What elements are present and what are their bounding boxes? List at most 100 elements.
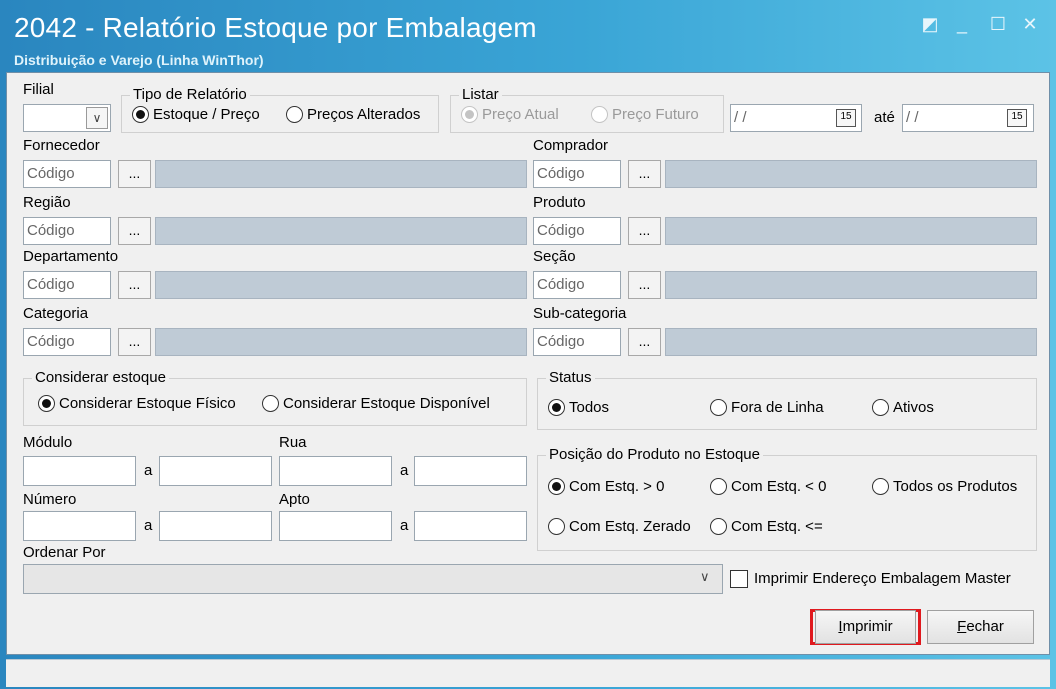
apto-to-input[interactable] — [414, 511, 527, 541]
regiao-code-input[interactable]: Código — [23, 217, 111, 245]
posicao-title: Posição do Produto no Estoque — [546, 446, 763, 463]
regiao-description — [155, 217, 527, 245]
radio-icon — [872, 399, 889, 416]
chevron-down-icon[interactable]: ∨ — [86, 107, 108, 129]
main-panel: Filial ∨ Tipo de Relatório Estoque / Pre… — [6, 72, 1050, 655]
secao-code-input[interactable]: Código — [533, 271, 621, 299]
fornecedor-search-button[interactable]: ... — [118, 160, 151, 188]
radio-icon — [710, 478, 727, 495]
numero-from-input[interactable] — [23, 511, 136, 541]
modulo-to-input[interactable] — [159, 456, 272, 486]
listar-group: Listar Preço Atual Preço Futuro — [450, 86, 724, 133]
imprimir-master-label: Imprimir Endereço Embalagem Master — [754, 570, 1011, 587]
numero-to-input[interactable] — [159, 511, 272, 541]
close-icon[interactable]: ✕ — [1020, 15, 1040, 33]
ordenar-select[interactable] — [23, 564, 723, 594]
radio-selected-icon — [548, 478, 565, 495]
app-window: 2042 - Relatório Estoque por Embalagem D… — [0, 0, 1056, 689]
radio-estoque-fisico[interactable]: Considerar Estoque Físico — [38, 395, 236, 412]
modulo-label: Módulo — [23, 434, 73, 451]
departamento-description — [155, 271, 527, 299]
considerar-estoque-title: Considerar estoque — [32, 369, 169, 386]
categoria-description — [155, 328, 527, 356]
maximize-icon[interactable]: ☐ — [988, 15, 1008, 33]
categoria-search-button[interactable]: ... — [118, 328, 151, 356]
numero-label: Número — [23, 491, 77, 508]
produto-search-button[interactable]: ... — [628, 217, 661, 245]
imprimir-master-checkbox[interactable] — [730, 570, 748, 588]
radio-precos-alterados[interactable]: Preços Alterados — [286, 106, 420, 123]
radio-icon — [710, 399, 727, 416]
chevron-down-icon[interactable]: ∨ — [700, 569, 710, 585]
secao-label: Seção — [533, 248, 576, 265]
considerar-estoque-group: Considerar estoque Considerar Estoque Fí… — [23, 369, 527, 426]
subcategoria-code-input[interactable]: Código — [533, 328, 621, 356]
modulo-from-input[interactable] — [23, 456, 136, 486]
radio-icon — [548, 518, 565, 535]
comprador-search-button[interactable]: ... — [628, 160, 661, 188]
radio-status-fora-de-linha[interactable]: Fora de Linha — [710, 399, 824, 416]
radio-estq-zerado[interactable]: Com Estq. Zerado — [548, 518, 691, 535]
secao-description — [665, 271, 1037, 299]
departamento-code-input[interactable]: Código — [23, 271, 111, 299]
comprador-code-input[interactable]: Código — [533, 160, 621, 188]
subcategoria-label: Sub-categoria — [533, 305, 627, 322]
apto-label: Apto — [279, 491, 310, 508]
radio-todos-produtos[interactable]: Todos os Produtos — [872, 478, 1017, 495]
imprimir-button[interactable]: Imprimir — [815, 610, 916, 644]
rua-from-input[interactable] — [279, 456, 392, 486]
rua-to-input[interactable] — [414, 456, 527, 486]
status-title: Status — [546, 369, 595, 386]
radio-status-todos[interactable]: Todos — [548, 399, 609, 416]
comprador-description — [665, 160, 1037, 188]
fornecedor-description — [155, 160, 527, 188]
rua-sep: a — [400, 462, 409, 479]
categoria-code-input[interactable]: Código — [23, 328, 111, 356]
radio-estq-maior-zero[interactable]: Com Estq. > 0 — [548, 478, 664, 495]
status-group: Status Todos Fora de Linha Ativos — [537, 369, 1037, 430]
tipo-relatorio-title: Tipo de Relatório — [130, 86, 250, 103]
restore-icon[interactable]: ◩ — [920, 15, 940, 33]
modulo-sep: a — [144, 462, 153, 479]
subcategoria-description — [665, 328, 1037, 356]
radio-estq-menor-zero[interactable]: Com Estq. < 0 — [710, 478, 826, 495]
radio-estoque-preco[interactable]: Estoque / Preço — [132, 106, 260, 123]
secao-search-button[interactable]: ... — [628, 271, 661, 299]
rua-label: Rua — [279, 434, 307, 451]
fechar-button[interactable]: Fechar — [927, 610, 1034, 644]
tipo-relatorio-group: Tipo de Relatório Estoque / Preço Preços… — [121, 86, 439, 133]
radio-icon — [872, 478, 889, 495]
minimize-icon[interactable]: _ — [952, 15, 972, 33]
regiao-search-button[interactable]: ... — [118, 217, 151, 245]
departamento-search-button[interactable]: ... — [118, 271, 151, 299]
ordenar-label: Ordenar Por — [23, 544, 106, 561]
calendar-icon[interactable]: 15 — [1007, 109, 1027, 127]
radio-selected-icon — [38, 395, 55, 412]
radio-icon — [710, 518, 727, 535]
radio-preco-atual[interactable]: Preço Atual — [461, 106, 559, 123]
apto-sep: a — [400, 517, 409, 534]
filial-label: Filial — [23, 81, 54, 98]
radio-icon — [286, 106, 303, 123]
comprador-label: Comprador — [533, 137, 609, 154]
listar-title: Listar — [459, 86, 502, 103]
radio-icon — [262, 395, 279, 412]
subcategoria-search-button[interactable]: ... — [628, 328, 661, 356]
categoria-label: Categoria — [23, 305, 89, 322]
radio-selected-icon — [548, 399, 565, 416]
calendar-icon[interactable]: 15 — [836, 109, 856, 127]
status-bar — [6, 659, 1050, 687]
fornecedor-code-input[interactable]: Código — [23, 160, 111, 188]
apto-from-input[interactable] — [279, 511, 392, 541]
radio-estq-menor-igual[interactable]: Com Estq. <= — [710, 518, 823, 535]
ate-label: até — [874, 109, 895, 126]
radio-selected-icon — [461, 106, 478, 123]
radio-icon — [591, 106, 608, 123]
radio-estoque-disponivel[interactable]: Considerar Estoque Disponível — [262, 395, 490, 412]
radio-preco-futuro[interactable]: Preço Futuro — [591, 106, 699, 123]
window-subtitle: Distribuição e Varejo (Linha WinThor) — [14, 52, 264, 68]
radio-selected-icon — [132, 106, 149, 123]
produto-code-input[interactable]: Código — [533, 217, 621, 245]
radio-status-ativos[interactable]: Ativos — [872, 399, 934, 416]
departamento-label: Departamento — [23, 248, 119, 265]
